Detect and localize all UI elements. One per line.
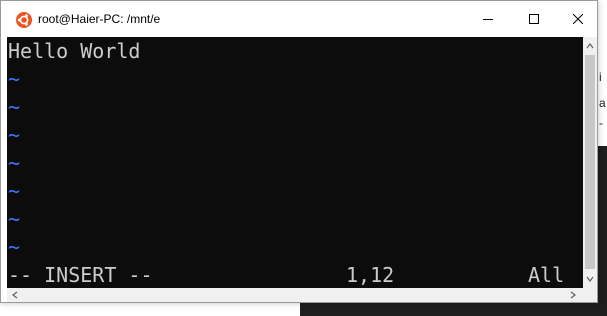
empty-line-tilde: ~ bbox=[8, 207, 21, 231]
background-text: a bbox=[599, 96, 606, 110]
empty-line-tilde: ~ bbox=[8, 179, 21, 203]
scrollbar-thumb[interactable] bbox=[585, 55, 595, 269]
maximize-icon bbox=[529, 14, 539, 24]
scrollbar-corner bbox=[583, 288, 597, 302]
desktop: i a - root@Haier-PC: /mnt/e Hello World … bbox=[0, 0, 607, 316]
scroll-left-icon[interactable] bbox=[11, 291, 19, 299]
vertical-scrollbar[interactable] bbox=[583, 37, 597, 288]
scroll-down-icon[interactable] bbox=[586, 275, 594, 283]
terminal-window[interactable]: root@Haier-PC: /mnt/e Hello World ~ ~ ~ … bbox=[0, 0, 598, 303]
cursor-position: 1,12 bbox=[346, 263, 395, 287]
ubuntu-icon bbox=[16, 12, 32, 28]
minimize-icon bbox=[483, 19, 493, 20]
title-bar[interactable]: root@Haier-PC: /mnt/e bbox=[1, 1, 597, 37]
scroll-up-icon[interactable] bbox=[586, 42, 594, 50]
maximize-button[interactable] bbox=[511, 1, 557, 37]
empty-line-tilde: ~ bbox=[8, 235, 21, 259]
window-title: root@Haier-PC: /mnt/e bbox=[38, 12, 161, 26]
vim-mode-indicator: -- INSERT -- bbox=[8, 263, 153, 287]
empty-line-tilde: ~ bbox=[8, 95, 21, 119]
close-button[interactable] bbox=[555, 1, 601, 37]
close-icon bbox=[573, 14, 583, 24]
terminal-area[interactable]: Hello World ~ ~ ~ ~ ~ ~ ~ -- INSERT -- 1… bbox=[7, 37, 583, 288]
empty-line-tilde: ~ bbox=[8, 123, 21, 147]
scroll-right-icon[interactable] bbox=[569, 291, 577, 299]
minimize-button[interactable] bbox=[465, 1, 511, 37]
terminal-line: Hello World bbox=[8, 39, 141, 63]
horizontal-scrollbar[interactable] bbox=[7, 288, 583, 302]
background-dark-strip bbox=[300, 301, 607, 316]
background-text: i bbox=[599, 70, 602, 84]
empty-line-tilde: ~ bbox=[8, 67, 21, 91]
scroll-position: All bbox=[528, 263, 565, 287]
empty-line-tilde: ~ bbox=[8, 151, 21, 175]
background-text: - bbox=[599, 116, 603, 130]
